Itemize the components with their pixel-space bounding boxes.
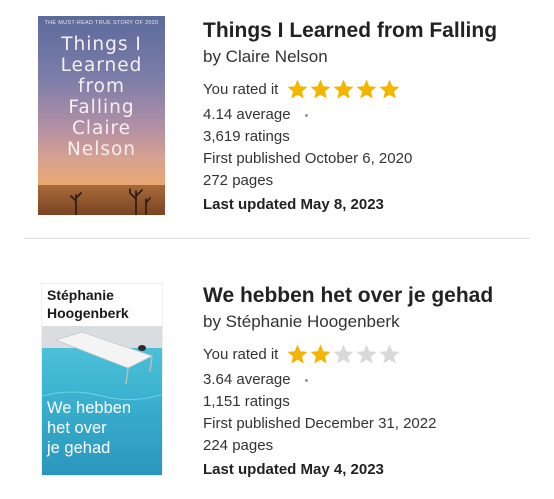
book-author[interactable]: by Stéphanie Hoogenberk xyxy=(203,311,493,333)
last-updated: Last updated May 4, 2023 xyxy=(203,461,384,478)
book-cover[interactable]: THE MUST-READ TRUE STORY OF 2020 Things … xyxy=(38,16,165,215)
cover-title-line: We hebben xyxy=(47,399,132,417)
star-filled-icon[interactable] xyxy=(309,343,332,366)
divider xyxy=(24,238,530,239)
first-published: First published December 31, 2022 xyxy=(203,415,437,432)
average-rating: 3.64 average xyxy=(203,371,291,388)
cover-title-line: je gehad xyxy=(47,439,111,457)
cover-title: Things I Learned from Falling Claire Nel… xyxy=(38,34,165,160)
book-author[interactable]: by Claire Nelson xyxy=(203,46,497,68)
page-count: 224 pages xyxy=(203,437,274,454)
ratings-count: 3,619 ratings xyxy=(203,128,290,145)
cover-title-line: Claire xyxy=(71,118,132,139)
rated-label: You rated it xyxy=(203,345,279,363)
cover-title-line: het over xyxy=(47,419,107,437)
cover-author: Stéphanie Hoogenberk xyxy=(47,286,129,322)
cover-title-line: from xyxy=(77,76,126,97)
last-updated: Last updated May 8, 2023 xyxy=(203,196,384,213)
rated-label: You rated it xyxy=(203,80,279,98)
book-title[interactable]: Things I Learned from Falling xyxy=(203,18,497,44)
book-details: We hebben het over je gehad by Stéphanie… xyxy=(203,283,493,481)
cover-tagline: THE MUST-READ TRUE STORY OF 2020 xyxy=(44,20,159,26)
star-filled-icon[interactable] xyxy=(355,78,378,101)
star-filled-icon[interactable] xyxy=(286,343,309,366)
star-empty-icon[interactable] xyxy=(332,343,355,366)
ratings-count: 1,151 ratings xyxy=(203,393,290,410)
book-title[interactable]: We hebben het over je gehad xyxy=(203,283,493,309)
page-count: 272 pages xyxy=(203,172,274,189)
star-filled-icon[interactable] xyxy=(332,78,355,101)
first-published: First published October 6, 2020 xyxy=(203,150,413,167)
cover-title-line: Falling xyxy=(68,97,135,118)
cover-desert-illustration xyxy=(38,185,165,215)
book-details: Things I Learned from Falling by Claire … xyxy=(203,18,497,216)
cover-title-line: Nelson xyxy=(66,139,137,160)
star-empty-icon[interactable] xyxy=(355,343,378,366)
book-entry[interactable]: Stéphanie Hoogenberk We hebben het over … xyxy=(0,241,554,499)
cover-title-line: Learned xyxy=(60,55,143,76)
book-entry[interactable]: THE MUST-READ TRUE STORY OF 2020 Things … xyxy=(0,0,554,238)
star-filled-icon[interactable] xyxy=(286,78,309,101)
separator-dot xyxy=(304,378,308,382)
user-rating: You rated it xyxy=(203,341,493,367)
star-rating[interactable] xyxy=(286,78,401,101)
star-rating[interactable] xyxy=(286,343,401,366)
cover-title-line: Things I xyxy=(61,34,142,55)
book-cover[interactable]: Stéphanie Hoogenberk We hebben het over … xyxy=(41,283,163,476)
cover-author-line: Hoogenberk xyxy=(47,305,129,321)
star-empty-icon[interactable] xyxy=(378,343,401,366)
star-filled-icon[interactable] xyxy=(378,78,401,101)
user-rating: You rated it xyxy=(203,76,497,102)
star-filled-icon[interactable] xyxy=(309,78,332,101)
cover-title: We hebben het over je gehad xyxy=(47,398,131,458)
separator-dot xyxy=(304,113,308,117)
average-rating: 4.14 average xyxy=(203,106,291,123)
cover-author-line: Stéphanie xyxy=(47,287,114,303)
